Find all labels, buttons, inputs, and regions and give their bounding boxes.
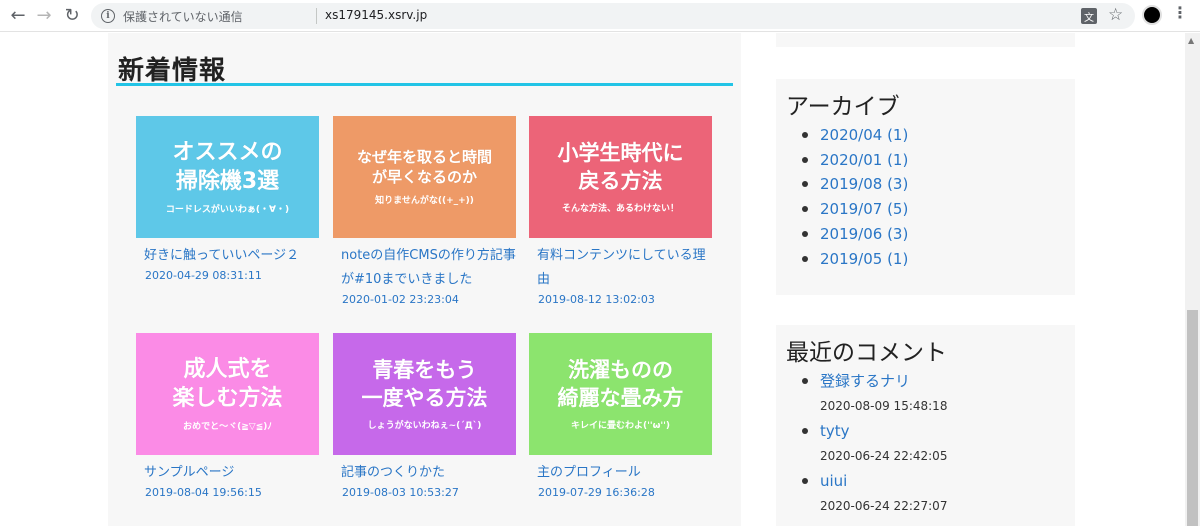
post-title-link[interactable]: 有料コンテンツにしている理由 (529, 244, 712, 292)
recent-comments-widget: 最近のコメント 登録するナリ 2020-08-09 15:48:18 tyty … (776, 325, 1075, 526)
comment-item: tyty 2020-06-24 22:42:05 (801, 419, 948, 469)
translate-icon[interactable]: 文 (1081, 8, 1097, 24)
thumbnail-subtitle: しょうがないわねぇ~(´Д`) (367, 420, 482, 431)
thumbnail-subtitle: 知りませんがな((+_+)) (375, 196, 474, 206)
address-bar[interactable]: i 保護されていない通信 xs179145.xsrv.jp 文 ☆ (91, 3, 1135, 29)
post-card[interactable]: 小学生時代に 戻る方法 そんな方法、あるわけない！ 有料コンテンツにしている理由… (529, 116, 712, 308)
archive-link[interactable]: 2020/04 (1) (801, 123, 908, 148)
main-column: 新着情報 オススメの 掃除機3選 コードレスがいいわぁ(・∀・) 好きに触ってい… (108, 33, 741, 526)
comment-author-link[interactable]: uiui (820, 469, 947, 493)
back-arrow-icon[interactable]: ← (6, 4, 30, 28)
post-title-link[interactable]: noteの自作CMSの作り方記事が#10までいきました (333, 244, 516, 292)
thumbnail-title: オススメの 掃除機3選 (172, 139, 283, 194)
profile-avatar[interactable] (1142, 5, 1162, 25)
archive-link[interactable]: 2020/01 (1) (801, 148, 908, 173)
security-label: 保護されていない通信 (123, 10, 243, 24)
menu-dots-icon[interactable]: ⋮ (1172, 3, 1188, 22)
forward-arrow-icon[interactable]: → (32, 4, 56, 28)
comment-author-link[interactable]: 登録するナリ (820, 369, 947, 393)
comment-date: 2020-06-24 22:27:07 (820, 499, 948, 513)
archive-link[interactable]: 2019/05 (1) (801, 247, 908, 272)
post-card[interactable]: なぜ年を取ると時間 が早くなるのか 知りませんがな((+_+)) noteの自作… (333, 116, 516, 308)
archive-link[interactable]: 2019/06 (3) (801, 222, 908, 247)
page-content: 新着情報 オススメの 掃除機3選 コードレスがいいわぁ(・∀・) 好きに触ってい… (0, 33, 1200, 526)
post-title-link[interactable]: サンプルページ (136, 461, 319, 485)
recent-comments-title: 最近のコメント (786, 340, 947, 366)
post-thumbnail[interactable]: なぜ年を取ると時間 が早くなるのか 知りませんがな((+_+)) (333, 116, 516, 238)
post-title-link[interactable]: 主のプロフィール (529, 461, 712, 485)
sidebar-widget-previous (776, 33, 1075, 47)
post-thumbnail[interactable]: オススメの 掃除機3選 コードレスがいいわぁ(・∀・) (136, 116, 319, 238)
post-date: 2019-08-04 19:56:15 (145, 486, 262, 499)
thumbnail-subtitle: コードレスがいいわぁ(・∀・) (165, 205, 290, 216)
post-date: 2020-01-02 23:23:04 (342, 293, 459, 306)
comment-author-link[interactable]: tyty (820, 419, 947, 443)
post-thumbnail[interactable]: 洗濯ものの 綺麗な畳み方 キレイに畳むわよ(''ω'') (529, 333, 712, 455)
reload-icon[interactable]: ↻ (60, 4, 84, 28)
thumbnail-subtitle: キレイに畳むわよ(''ω'') (570, 420, 671, 431)
title-underline (116, 83, 733, 86)
comment-item: uiui 2020-06-24 22:27:07 (801, 469, 948, 519)
comment-date: 2020-08-09 15:48:18 (820, 399, 948, 413)
thumbnail-title: なぜ年を取ると時間 が早くなるのか (356, 148, 492, 186)
post-card[interactable]: 洗濯ものの 綺麗な畳み方 キレイに畳むわよ(''ω'') 主のプロフィール 20… (529, 333, 712, 501)
scrollbar-thumb[interactable] (1187, 310, 1198, 526)
info-icon[interactable]: i (101, 9, 115, 23)
archive-list: 2020/04 (1) 2020/01 (1) 2019/08 (3) 2019… (801, 123, 908, 272)
url-divider (316, 8, 317, 24)
archive-widget: アーカイブ 2020/04 (1) 2020/01 (1) 2019/08 (3… (776, 79, 1075, 295)
post-card[interactable]: 青春をもう 一度やる方法 しょうがないわねぇ~(´Д`) 記事のつくりかた 20… (333, 333, 516, 501)
bookmark-star-icon[interactable]: ☆ (1108, 5, 1123, 25)
post-thumbnail[interactable]: 成人式を 楽しむ方法 おめでと～ヾ(≧▽≦)ﾉ (136, 333, 319, 455)
section-title: 新着情報 (118, 56, 227, 86)
comment-date: 2020-06-24 22:42:05 (820, 449, 948, 463)
post-thumbnail[interactable]: 青春をもう 一度やる方法 しょうがないわねぇ~(´Д`) (333, 333, 516, 455)
post-date: 2020-04-29 08:31:11 (145, 269, 262, 282)
scroll-up-arrow-icon[interactable]: ▲ (1188, 36, 1194, 45)
browser-toolbar: ← → ↻ i 保護されていない通信 xs179145.xsrv.jp 文 ☆ … (0, 0, 1200, 32)
thumbnail-title: 洗濯ものの 綺麗な畳み方 (557, 358, 684, 410)
thumbnail-subtitle: そんな方法、あるわけない！ (561, 203, 679, 214)
thumbnail-title: 成人式を 楽しむ方法 (172, 356, 283, 411)
thumbnail-title: 小学生時代に 戻る方法 (557, 141, 684, 193)
archive-title: アーカイブ (786, 94, 900, 120)
post-title-link[interactable]: 好きに触っていいページ２ (136, 244, 319, 268)
archive-link[interactable]: 2019/08 (3) (801, 172, 908, 197)
thumbnail-subtitle: おめでと～ヾ(≧▽≦)ﾉ (183, 422, 272, 433)
post-card[interactable]: オススメの 掃除機3選 コードレスがいいわぁ(・∀・) 好きに触っていいページ２… (136, 116, 319, 284)
post-card[interactable]: 成人式を 楽しむ方法 おめでと～ヾ(≧▽≦)ﾉ サンプルページ 2019-08-… (136, 333, 319, 501)
comments-list: 登録するナリ 2020-08-09 15:48:18 tyty 2020-06-… (801, 369, 948, 519)
url-text[interactable]: xs179145.xsrv.jp (325, 8, 427, 22)
post-date: 2019-08-03 10:53:27 (342, 486, 459, 499)
comment-item: 登録するナリ 2020-08-09 15:48:18 (801, 369, 948, 419)
archive-link[interactable]: 2019/07 (5) (801, 197, 908, 222)
post-date: 2019-08-12 13:02:03 (538, 293, 655, 306)
thumbnail-title: 青春をもう 一度やる方法 (361, 358, 488, 410)
post-title-link[interactable]: 記事のつくりかた (333, 461, 516, 485)
post-date: 2019-07-29 16:36:28 (538, 486, 655, 499)
post-thumbnail[interactable]: 小学生時代に 戻る方法 そんな方法、あるわけない！ (529, 116, 712, 238)
